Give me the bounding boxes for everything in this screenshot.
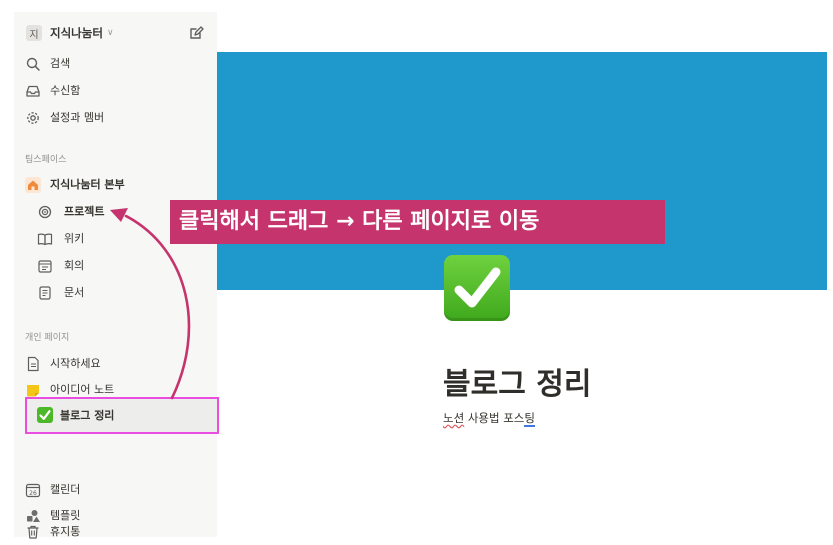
document-icon [39, 286, 51, 300]
shapes-icon [27, 510, 40, 522]
sidebar-item-docs[interactable]: 문서 [14, 281, 217, 305]
page-icon-emoji[interactable] [444, 255, 510, 321]
page-title[interactable]: 블로그 정리 [443, 359, 591, 403]
sidebar: 지 지식나눔터 ∨ 검색 수신함 설정과 멤버 팀스페이스 지식나눔터 본부 프… [14, 12, 217, 539]
sidebar-item-templates[interactable]: 템플릿 [14, 504, 217, 528]
sidebar-item-settings[interactable]: 설정과 멤버 [14, 106, 217, 130]
sidebar-item-label: 캘린더 [50, 483, 81, 496]
page-cover[interactable] [217, 52, 827, 290]
chevron-down-icon: ∨ [107, 28, 114, 38]
sidebar-item-search[interactable]: 검색 [14, 52, 217, 76]
sidebar-item-label: 위키 [64, 232, 85, 245]
trash-icon [27, 525, 39, 539]
target-icon [38, 205, 52, 219]
subtitle-spellcheck-word: 노션 [443, 411, 465, 425]
page-subtitle[interactable]: 노션 사용법 포스팅 [443, 410, 535, 427]
sidebar-item-label: 회의 [64, 259, 85, 272]
calendar-badge: 26 [29, 490, 37, 497]
sidebar-item-label: 문서 [64, 286, 85, 299]
workspace-switcher[interactable]: 지 지식나눔터 ∨ [14, 21, 217, 45]
sidebar-item-trash[interactable]: 휴지통 [14, 525, 217, 539]
check-mark-icon [454, 267, 501, 308]
sidebar-item-label: 지식나눔터 본부 [50, 178, 125, 191]
sidebar-item-getting-started[interactable]: 시작하세요 [14, 352, 217, 376]
sidebar-item-label: 수신함 [50, 84, 81, 97]
instruction-banner: 클릭해서 드래그 → 다른 페이지로 이동 [170, 200, 665, 244]
sticky-note-icon [27, 385, 39, 397]
workspace-name: 지식나눔터 [50, 26, 103, 40]
sidebar-item-label: 시작하세요 [50, 357, 101, 370]
private-section-title: 개인 페이지 [25, 333, 70, 343]
sidebar-item-label: 블로그 정리 [60, 409, 115, 422]
inbox-icon [26, 85, 40, 97]
sidebar-item-blog-summary[interactable]: 블로그 정리 [25, 397, 219, 434]
book-icon [37, 233, 53, 246]
new-page-button[interactable] [186, 23, 206, 43]
search-icon [26, 57, 40, 71]
sidebar-item-inbox[interactable]: 수신함 [14, 79, 217, 103]
workspace-avatar: 지 [26, 25, 42, 41]
sidebar-item-label: 설정과 멤버 [50, 111, 105, 124]
subtitle-cursor-word: 팅 [524, 411, 535, 427]
home-icon [25, 177, 41, 193]
gear-icon [27, 112, 39, 124]
page-content: 블로그 정리 노션 사용법 포스팅 [217, 0, 833, 545]
check-box-icon [37, 407, 53, 423]
calendar-icon: 26 [25, 483, 41, 498]
sidebar-item-label: 검색 [50, 57, 71, 70]
sidebar-item-meeting[interactable]: 회의 [14, 254, 217, 278]
page-icon [27, 356, 39, 372]
subtitle-text: 사용법 포스 [464, 411, 525, 425]
compose-icon [190, 26, 204, 39]
teamspace-section-title: 팀스페이스 [25, 155, 67, 165]
calendar-note-icon [38, 260, 52, 273]
sidebar-item-label: 프로젝트 [64, 205, 105, 218]
sidebar-item-teamspace-home[interactable]: 지식나눔터 본부 [14, 173, 217, 197]
sidebar-item-calendar[interactable]: 26 캘린더 [14, 478, 217, 502]
sidebar-item-label: 휴지통 [50, 525, 81, 538]
